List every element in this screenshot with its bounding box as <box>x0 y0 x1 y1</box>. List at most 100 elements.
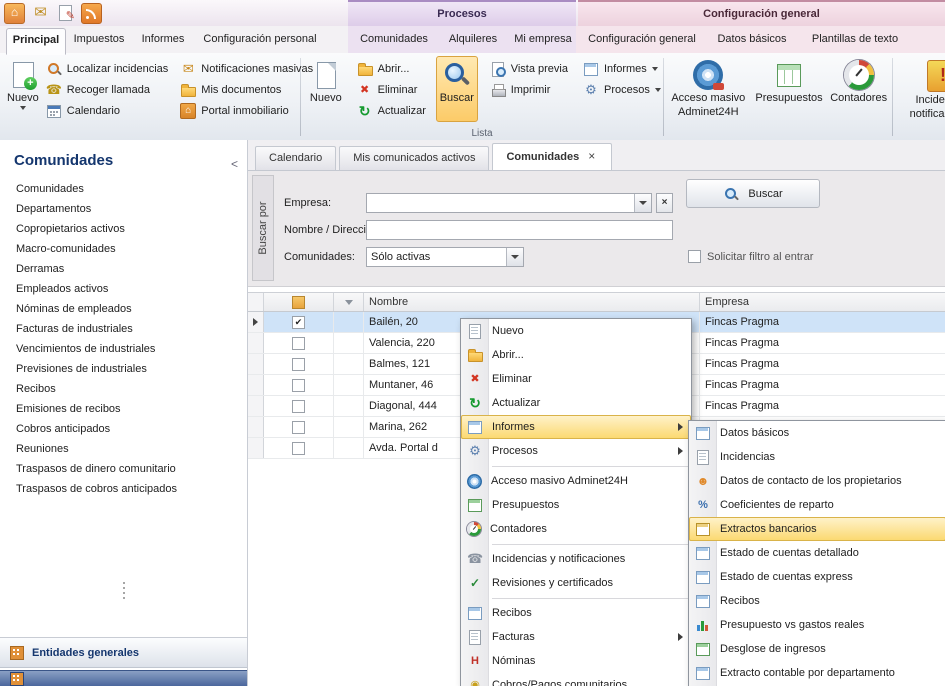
close-icon[interactable] <box>588 152 598 162</box>
checkbox-icon[interactable] <box>292 358 305 371</box>
checkbox-icon[interactable] <box>292 421 305 434</box>
tab-datos-basicos[interactable]: Datos básicos <box>708 28 796 52</box>
menu-item-nominas[interactable]: Nóminas <box>461 649 691 673</box>
sidebar-item-cobros-anticipados[interactable]: Cobros anticipados <box>0 419 247 439</box>
sidebar-item-facturas[interactable]: Facturas de industriales <box>0 319 247 339</box>
rss-icon[interactable] <box>81 3 102 24</box>
checkbox-icon[interactable] <box>292 296 305 309</box>
select-all-checkbox[interactable] <box>264 293 334 311</box>
sidebar-item-previsiones[interactable]: Previsiones de industriales <box>0 359 247 379</box>
mail-icon[interactable] <box>31 3 50 22</box>
acceso-masivo-button[interactable]: Acceso masivo Adminet24H <box>666 56 750 122</box>
tab-mi-empresa[interactable]: Mi empresa <box>510 28 576 52</box>
mis-documentos-button[interactable]: Mis documentos <box>174 79 319 100</box>
sidebar-item-comunidades[interactable]: Comunidades <box>0 179 247 199</box>
sidebar-item-departamentos[interactable]: Departamentos <box>0 199 247 219</box>
column-header-nombre[interactable]: Nombre <box>364 293 700 311</box>
comunidades-combobox[interactable]: Sólo activas <box>366 247 524 267</box>
portal-inmobiliario-button[interactable]: Portal inmobiliario <box>174 100 319 121</box>
app-icon[interactable] <box>4 3 25 24</box>
filter-column-header[interactable] <box>334 293 364 311</box>
menu-item-facturas[interactable]: Facturas <box>461 625 691 649</box>
sidebar-item-vencimientos[interactable]: Vencimientos de industriales <box>0 339 247 359</box>
menu-item-eliminar[interactable]: Eliminar <box>461 367 691 391</box>
sidebar-item-traspasos-cobros[interactable]: Traspasos de cobros anticipados <box>0 479 247 499</box>
chevron-left-icon[interactable] <box>231 157 238 171</box>
column-header-empresa[interactable]: Empresa <box>700 293 945 311</box>
actualizar-button[interactable]: Actualizar <box>351 100 436 121</box>
imprimir-button[interactable]: Imprimir <box>484 79 577 100</box>
solicitar-filtro-checkbox[interactable]: Solicitar filtro al entrar <box>688 250 813 263</box>
contadores-button[interactable]: Contadores <box>828 56 890 122</box>
presupuestos-button[interactable]: Presupuestos <box>755 56 823 122</box>
menu-item-recibos[interactable]: Recibos <box>461 601 691 625</box>
splitter-handle[interactable] <box>0 582 247 599</box>
tab-impuestos[interactable]: Impuestos <box>68 28 130 52</box>
checkbox-icon[interactable] <box>292 337 305 350</box>
submenu-item-datos-basicos[interactable]: Datos básicos <box>689 421 945 445</box>
informes-dropdown-button[interactable]: Informes <box>577 58 663 79</box>
procesos-dropdown-button[interactable]: Procesos <box>577 79 663 100</box>
sidebar-item-traspasos-dinero[interactable]: Traspasos de dinero comunitario <box>0 459 247 479</box>
checkbox-icon[interactable] <box>292 379 305 392</box>
sidebar-item-copropietarios[interactable]: Copropietarios activos <box>0 219 247 239</box>
tab-plantillas-de-texto[interactable]: Plantillas de texto <box>800 28 910 52</box>
sidebar-item-emisiones[interactable]: Emisiones de recibos <box>0 399 247 419</box>
nuevo-button[interactable]: Nuevo <box>6 56 40 122</box>
tab-comunidades[interactable]: Comunidades <box>352 28 436 52</box>
nombre-direccion-input[interactable] <box>366 220 673 240</box>
notes-icon[interactable] <box>56 3 75 22</box>
submenu-item-incidencias[interactable]: Incidencias <box>689 445 945 469</box>
sidebar-item-nominas[interactable]: Nóminas de empleados <box>0 299 247 319</box>
menu-item-revisiones-certificados[interactable]: Revisiones y certificados <box>461 571 691 595</box>
submenu-item-extractos-bancarios[interactable]: Extractos bancarios <box>689 517 945 541</box>
tab-configuracion-personal[interactable]: Configuración personal <box>196 28 324 52</box>
doc-tab-comunicados[interactable]: Mis comunicados activos <box>339 146 489 170</box>
submenu-item-extracto-contable[interactable]: Extracto contable por departamento <box>689 661 945 685</box>
empresa-combobox[interactable] <box>366 193 652 213</box>
vista-previa-button[interactable]: Vista previa <box>484 58 577 79</box>
doc-tab-comunidades[interactable]: Comunidades <box>492 143 612 170</box>
checkbox-icon[interactable] <box>292 316 305 329</box>
menu-item-contadores[interactable]: Contadores <box>461 517 691 541</box>
checkbox-icon[interactable] <box>292 442 305 455</box>
submenu-item-estado-express[interactable]: Estado de cuentas express <box>689 565 945 589</box>
sidebar-group-collapsed[interactable] <box>0 670 247 686</box>
submenu-item-presupuesto-vs-gastos[interactable]: Presupuesto vs gastos reales <box>689 613 945 637</box>
notificaciones-masivas-button[interactable]: Notificaciones masivas <box>174 58 319 79</box>
buscar-panel-button[interactable]: Buscar <box>686 179 820 208</box>
clear-icon[interactable] <box>656 193 673 213</box>
menu-item-informes[interactable]: Informes <box>461 415 691 439</box>
sidebar-item-macro-comunidades[interactable]: Macro-comunidades <box>0 239 247 259</box>
chevron-down-icon[interactable] <box>634 194 651 212</box>
submenu-item-recibos[interactable]: Recibos <box>689 589 945 613</box>
calendario-button[interactable]: Calendario <box>40 100 175 121</box>
menu-item-acceso-masivo[interactable]: Acceso masivo Adminet24H <box>461 469 691 493</box>
menu-item-actualizar[interactable]: Actualizar <box>461 391 691 415</box>
menu-item-procesos[interactable]: Procesos <box>461 439 691 463</box>
submenu-item-estado-detallado[interactable]: Estado de cuentas detallado <box>689 541 945 565</box>
submenu-item-coeficientes[interactable]: Coeficientes de reparto <box>689 493 945 517</box>
menu-item-abrir[interactable]: Abrir... <box>461 343 691 367</box>
menu-item-incidencias-notificaciones[interactable]: Incidencias y notificaciones <box>461 547 691 571</box>
eliminar-button[interactable]: Eliminar <box>351 79 436 100</box>
submenu-item-desglose-ingresos[interactable]: Desglose de ingresos <box>689 637 945 661</box>
incidencias-notificaciones-button[interactable]: Incidencias notificaciones <box>903 56 945 122</box>
tab-informes[interactable]: Informes <box>134 28 192 52</box>
sidebar-group-entidades-generales[interactable]: Entidades generales <box>0 637 247 668</box>
menu-item-cobros-pagos[interactable]: Cobros/Pagos comunitarios <box>461 673 691 686</box>
doc-tab-calendario[interactable]: Calendario <box>255 146 336 170</box>
tab-configuracion-general[interactable]: Configuración general <box>580 28 704 52</box>
submenu-item-datos-contacto[interactable]: Datos de contacto de los propietarios <box>689 469 945 493</box>
sidebar-item-reuniones[interactable]: Reuniones <box>0 439 247 459</box>
tab-alquileres[interactable]: Alquileres <box>440 28 506 52</box>
recoger-llamada-button[interactable]: Recoger llamada <box>40 79 175 100</box>
abrir-button[interactable]: Abrir... <box>351 58 436 79</box>
sidebar-item-recibos[interactable]: Recibos <box>0 379 247 399</box>
menu-item-presupuestos[interactable]: Presupuestos <box>461 493 691 517</box>
checkbox-icon[interactable] <box>688 250 701 263</box>
menu-item-nuevo[interactable]: Nuevo <box>461 319 691 343</box>
nuevo-lista-button[interactable]: Nuevo <box>301 56 351 122</box>
checkbox-icon[interactable] <box>292 400 305 413</box>
chevron-down-icon[interactable] <box>506 248 523 266</box>
